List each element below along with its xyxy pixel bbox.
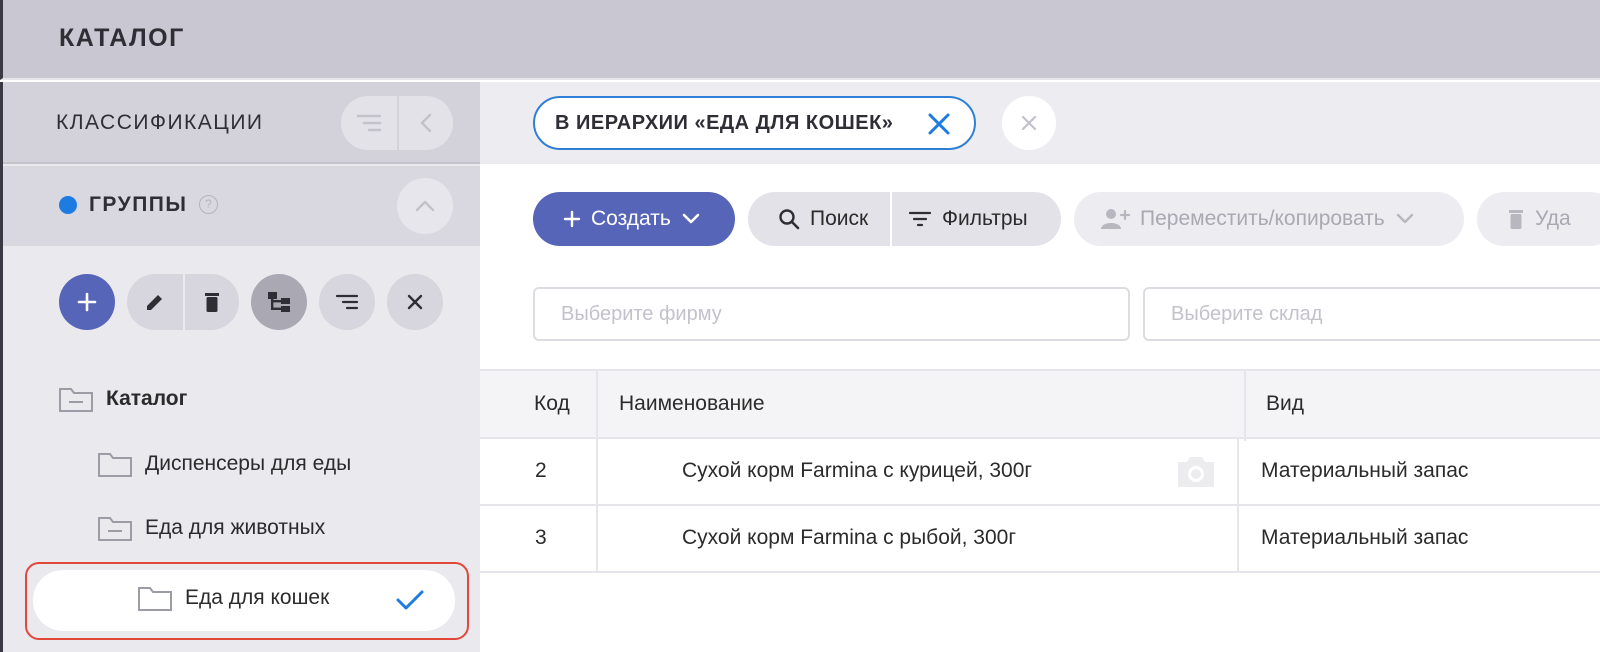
column-divider xyxy=(596,506,598,573)
column-divider xyxy=(596,439,598,506)
page-title: КАТАЛОГ xyxy=(59,24,185,52)
move-copy-button[interactable]: Переместить/копировать xyxy=(1074,192,1464,246)
edit-group-button[interactable] xyxy=(127,274,183,330)
close-icon xyxy=(407,294,423,310)
trash-icon xyxy=(205,293,219,312)
close-icon xyxy=(1021,115,1037,131)
clear-filters-button[interactable] xyxy=(1002,96,1056,150)
add-group-button[interactable] xyxy=(59,274,115,330)
chevron-down-icon xyxy=(682,213,700,224)
selection-highlight: Еда для кошек xyxy=(25,562,469,640)
tree-item-cat-food[interactable]: Еда для кошек xyxy=(33,570,455,631)
column-divider[interactable] xyxy=(1244,371,1246,441)
column-header-code[interactable]: Код xyxy=(534,392,570,416)
folder-icon xyxy=(98,453,132,477)
sidebar: КЛАССИФИКАЦИИ ГРУППЫ ? Каталог Диспенсер… xyxy=(0,82,480,652)
firm-select[interactable]: Выберите фирму xyxy=(533,287,1130,341)
collapse-sidebar-button[interactable] xyxy=(397,96,453,150)
table-row[interactable]: 2 Сухой корм Farmina с курицей, 300г Мат… xyxy=(480,439,1600,506)
sort-lines-icon xyxy=(335,294,359,310)
sort-button[interactable] xyxy=(341,96,397,150)
cell-kind: Материальный запас xyxy=(1261,459,1469,482)
table-header: Код Наименование Вид xyxy=(480,369,1600,441)
remove-filter-icon[interactable] xyxy=(926,111,952,137)
groups-header: ГРУППЫ ? xyxy=(3,166,480,246)
table-row[interactable]: 3 Сухой корм Farmina с рыбой, 300г Матер… xyxy=(480,506,1600,573)
plus-icon xyxy=(77,292,97,312)
folder-minus-icon xyxy=(59,388,93,412)
close-groups-button[interactable] xyxy=(387,274,443,330)
search-label: Поиск xyxy=(810,207,869,230)
chevron-left-icon xyxy=(420,113,432,133)
filters-label: Фильтры xyxy=(942,207,1028,230)
camera-icon[interactable] xyxy=(1174,453,1218,491)
sort-groups-button[interactable] xyxy=(319,274,375,330)
firm-placeholder: Выберите фирму xyxy=(561,302,722,325)
column-divider xyxy=(1237,439,1239,506)
cell-code: 2 xyxy=(535,459,547,482)
tree-item-animal-food[interactable]: Еда для животных xyxy=(97,514,325,542)
trash-icon xyxy=(1509,210,1523,229)
classifications-header: КЛАССИФИКАЦИИ xyxy=(3,82,480,164)
user-add-icon xyxy=(1101,209,1130,229)
chevron-down-icon xyxy=(1396,213,1413,224)
column-header-kind[interactable]: Вид xyxy=(1266,392,1304,416)
search-filter-group: Поиск Фильтры xyxy=(748,192,1061,246)
plus-icon xyxy=(563,210,581,228)
column-divider xyxy=(1237,506,1239,573)
move-copy-label: Переместить/копировать xyxy=(1140,207,1385,230)
app-header: КАТАЛОГ xyxy=(0,0,1600,80)
filters-button[interactable]: Фильтры xyxy=(890,192,1061,246)
tree-item-label: Каталог xyxy=(106,387,188,410)
delete-label: Уда xyxy=(1535,207,1571,230)
collapse-groups-button[interactable] xyxy=(397,178,453,234)
tree-item-label: Еда для животных xyxy=(145,516,326,539)
classifications-label: КЛАССИФИКАЦИИ xyxy=(56,111,264,134)
sort-lines-icon xyxy=(356,114,382,132)
main-panel: В ИЕРАРХИИ «ЕДА ДЛЯ КОШЕК» Создать Поиск… xyxy=(480,82,1600,652)
tree-item-label: Диспенсеры для еды xyxy=(145,452,352,475)
filter-bar: В ИЕРАРХИИ «ЕДА ДЛЯ КОШЕК» xyxy=(480,82,1600,164)
delete-button[interactable]: Уда xyxy=(1477,192,1600,246)
tree-item-catalog[interactable]: Каталог xyxy=(58,385,187,413)
groups-label: ГРУППЫ xyxy=(89,193,188,216)
cell-kind: Материальный запас xyxy=(1261,526,1469,549)
classifications-controls xyxy=(341,96,453,150)
folder-minus-icon xyxy=(98,517,132,541)
column-header-name[interactable]: Наименование xyxy=(619,392,765,416)
checkmark-icon xyxy=(396,590,424,610)
hierarchy-icon xyxy=(268,292,290,312)
folder-icon xyxy=(138,587,172,611)
warehouse-select[interactable]: Выберите склад xyxy=(1143,287,1600,341)
delete-group-button[interactable] xyxy=(183,274,239,330)
cell-code: 3 xyxy=(535,526,547,549)
help-icon[interactable]: ? xyxy=(199,195,218,214)
warehouse-placeholder: Выберите склад xyxy=(1171,302,1323,325)
create-label: Создать xyxy=(591,207,671,230)
edit-delete-group xyxy=(127,274,239,330)
filter-chip-label: В ИЕРАРХИИ «ЕДА ДЛЯ КОШЕК» xyxy=(555,111,894,134)
column-divider[interactable] xyxy=(596,371,598,441)
tree-item-label: Еда для кошек xyxy=(185,586,330,609)
hierarchy-filter-chip[interactable]: В ИЕРАРХИИ «ЕДА ДЛЯ КОШЕК» xyxy=(533,96,976,150)
create-button[interactable]: Создать xyxy=(533,192,735,246)
cell-name: Сухой корм Farmina с рыбой, 300г xyxy=(682,526,1016,549)
search-icon xyxy=(779,209,800,230)
tree-item-dispensers[interactable]: Диспенсеры для еды xyxy=(97,450,351,478)
filter-icon xyxy=(908,211,932,227)
chevron-up-icon xyxy=(415,200,435,212)
status-dot xyxy=(59,196,77,214)
tree-item-content: Еда для кошек xyxy=(137,584,329,612)
pencil-icon xyxy=(147,295,162,310)
tree-view-button[interactable] xyxy=(251,274,307,330)
cell-name: Сухой корм Farmina с курицей, 300г xyxy=(682,459,1033,482)
search-button[interactable]: Поиск xyxy=(748,192,890,246)
